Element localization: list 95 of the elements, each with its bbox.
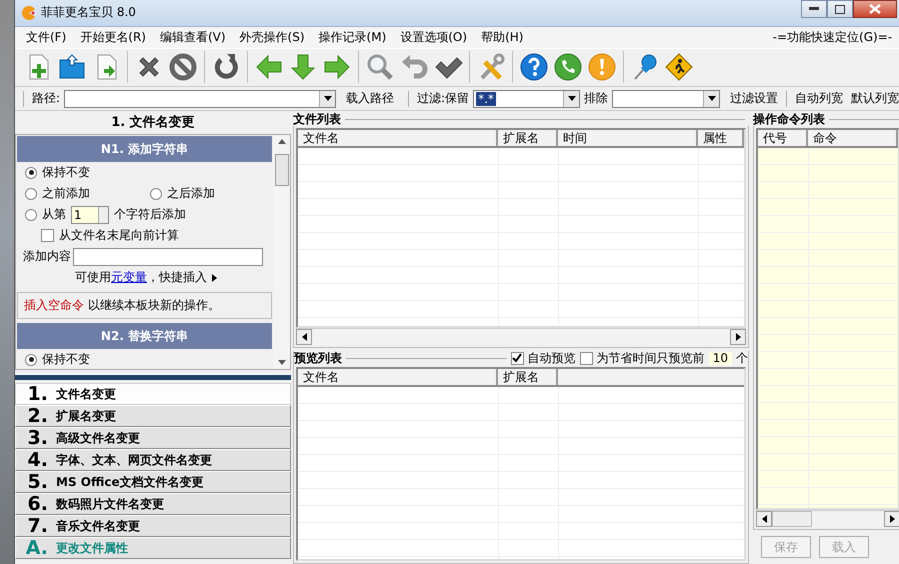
radio-button[interactable] [150, 188, 162, 200]
note-text: 插入空命令 以继续本板块新的操作。 [17, 292, 272, 319]
horizontal-scrollbar[interactable] [296, 328, 746, 345]
menu-item[interactable]: 外壳操作(S) [232, 28, 312, 46]
quick-insert-button[interactable]: ，快捷插入 [147, 269, 207, 286]
menu-item[interactable]: 编辑查看(V) [152, 28, 233, 46]
checkbox[interactable] [510, 352, 524, 364]
down-arrow-icon[interactable] [288, 52, 318, 82]
path-label: 路径: [32, 90, 60, 108]
menu-item[interactable]: 设置选项(O) [393, 28, 474, 46]
dropdown-arrow-icon[interactable] [324, 96, 332, 102]
maximize-button[interactable] [827, 0, 854, 18]
option-label: 保持不变 [42, 164, 90, 181]
exclude-label: 排除 [584, 90, 608, 108]
option-label: 保持不变 [42, 351, 90, 368]
section-header: N1. 添加字符串 [17, 136, 272, 162]
radio-button[interactable] [25, 208, 37, 220]
default-width-button[interactable]: 默认列宽 [851, 90, 899, 108]
warning-icon[interactable] [587, 52, 617, 82]
content-field[interactable] [73, 248, 263, 266]
scroll-up-icon[interactable] [278, 139, 286, 144]
caret-icon [212, 274, 217, 282]
category-button[interactable]: 1. 文件名变更 [15, 383, 291, 405]
scrollbar[interactable] [273, 135, 290, 369]
phone-icon[interactable] [553, 52, 583, 82]
filter-settings-button[interactable]: 过滤设置 [730, 90, 778, 108]
column-header[interactable]: 扩展名 [498, 369, 558, 385]
checkbox-label: 为节省时间只预览前 [596, 352, 705, 364]
minimize-button[interactable] [801, 0, 828, 18]
forbidden-icon[interactable] [168, 52, 198, 82]
radio-button[interactable] [25, 354, 37, 366]
load-path-button[interactable]: 载入路径 [346, 90, 394, 108]
menu-item[interactable]: 文件(F) [19, 28, 74, 46]
column-header[interactable]: 时间 [558, 130, 698, 146]
hint-text: 可使用 [75, 269, 111, 286]
auto-width-button[interactable]: 自动列宽 [795, 90, 844, 108]
category-button[interactable]: 7. 音乐文件名变更 [15, 515, 291, 537]
exclude-combo[interactable] [612, 90, 720, 108]
position-spinner[interactable]: 1 [71, 206, 109, 224]
pedestrian-sign-icon[interactable] [664, 52, 694, 82]
option-label: 从第 [42, 206, 66, 223]
dropdown-arrow-icon[interactable] [708, 96, 716, 102]
help-icon[interactable] [519, 52, 549, 82]
horizontal-scrollbar[interactable] [756, 510, 899, 527]
column-header[interactable]: 文件名 [298, 130, 498, 146]
search-icon[interactable] [365, 52, 395, 82]
scroll-arrow-icon[interactable] [762, 515, 766, 523]
close-icon [869, 4, 882, 14]
scroll-thumb[interactable] [274, 154, 288, 186]
option-label: 个字符后添加 [114, 206, 186, 223]
checkbox[interactable] [41, 229, 54, 242]
scroll-thumb[interactable] [772, 511, 812, 527]
option-label: 之前添加 [42, 185, 90, 202]
column-header[interactable]: 命令 [808, 130, 898, 146]
unit-label: 个 [736, 352, 748, 364]
app-logo-icon [21, 4, 37, 21]
checkbox[interactable] [580, 352, 593, 364]
category-button[interactable]: 2. 扩展名变更 [15, 405, 291, 427]
scroll-arrow-icon[interactable] [736, 333, 740, 341]
panel-title: 1. 文件名变更 [110, 114, 196, 132]
category-button[interactable]: 3. 高级文件名变更 [15, 427, 291, 449]
radio-button[interactable] [25, 166, 37, 178]
filter-label: 过滤:保留 [417, 90, 470, 108]
scroll-down-icon[interactable] [278, 360, 286, 365]
column-header[interactable]: 文件名 [298, 369, 498, 385]
scroll-arrow-icon[interactable] [302, 333, 306, 341]
option-label: 之后添加 [167, 185, 215, 202]
category-button[interactable]: 6. 数码照片文件名变更 [15, 493, 291, 515]
column-header[interactable]: 属性 [698, 130, 744, 146]
filter-combo[interactable]: *.* [473, 90, 580, 108]
quick-locate-menu[interactable]: -=功能快速定位(G)=- [766, 28, 899, 46]
close-button[interactable] [853, 0, 898, 18]
section-header: N2. 替换字符串 [17, 323, 272, 349]
menu-item[interactable]: 操作记录(M) [312, 28, 394, 46]
checkbox-label: 从文件名末尾向前计算 [59, 227, 179, 244]
scroll-arrow-icon[interactable] [890, 515, 895, 523]
group-title: 预览列表 [294, 352, 342, 364]
radio-button[interactable] [25, 188, 37, 200]
column-header[interactable]: 扩展名 [498, 130, 558, 146]
dropdown-arrow-icon[interactable] [568, 96, 576, 102]
field-label: 添加内容 [23, 248, 71, 265]
menu-item[interactable]: 开始更名(R) [73, 28, 153, 46]
category-button[interactable]: 4. 字体、文本、网页文件名变更 [15, 449, 291, 471]
minimize-icon [809, 7, 820, 11]
maximize-icon [835, 4, 846, 14]
preview-count-field[interactable]: 10 [708, 352, 732, 364]
path-combo[interactable] [64, 90, 336, 108]
column-header[interactable]: 代号 [758, 130, 808, 146]
checkbox-label: 自动预览 [528, 352, 576, 364]
variable-link[interactable]: 元变量 [111, 269, 147, 286]
menu-item[interactable]: 帮助(H) [474, 28, 530, 46]
group-title: 操作命令列表 [753, 112, 825, 126]
group-title: 文件列表 [293, 112, 341, 126]
category-button[interactable]: 5. MS Office文档文件名变更 [15, 471, 291, 493]
window-title: 菲菲更名宝贝 8.0 [41, 4, 136, 22]
